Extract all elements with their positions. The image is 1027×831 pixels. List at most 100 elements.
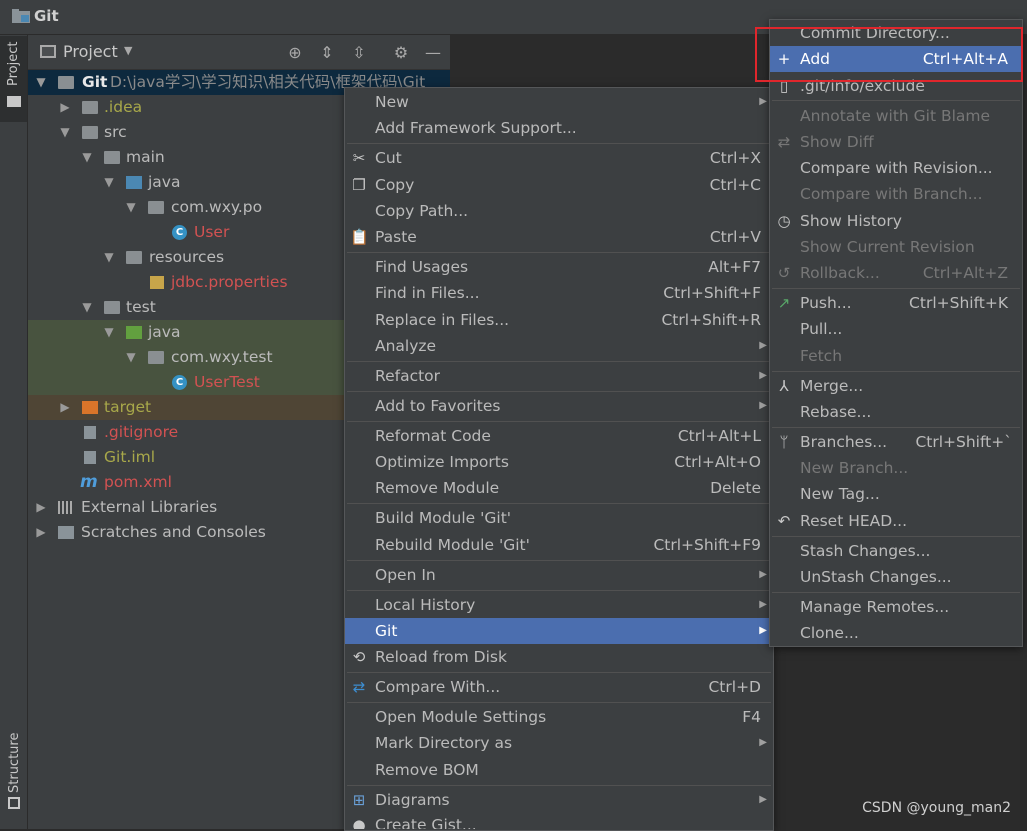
copy-icon: ❐ — [352, 176, 366, 194]
separator — [772, 427, 1020, 428]
menu-item-replace-in-files[interactable]: Replace in Files... Ctrl+Shift+R — [345, 307, 773, 333]
chevron-down-icon[interactable]: ▼ — [124, 44, 132, 57]
chevron-down-icon[interactable]: ▼ — [102, 245, 116, 270]
menu-item-diagrams[interactable]: ⊞ Diagrams ▶ — [345, 787, 773, 813]
gear-icon[interactable]: ⚙ — [392, 44, 410, 62]
menu-item-reload-from-disk[interactable]: ⟲ Reload from Disk — [345, 644, 773, 670]
menu-item-cut[interactable]: ✂ Cut Ctrl+X — [345, 145, 773, 171]
chevron-down-icon[interactable]: ▼ — [34, 70, 48, 95]
menu-item-remove-bom[interactable]: Remove BOM — [345, 757, 773, 783]
project-tab-icon — [7, 96, 21, 107]
menu-item-find-in-files[interactable]: Find in Files... Ctrl+Shift+F — [345, 280, 773, 306]
menu-item-branches[interactable]: ᛘ Branches... Ctrl+Shift+` — [770, 429, 1022, 455]
folder-icon — [12, 9, 30, 23]
menu-item-open-module-settings[interactable]: Open Module Settings F4 — [345, 704, 773, 730]
expand-all-icon[interactable]: ⇕ — [318, 44, 336, 62]
menu-label: Compare with Revision... — [800, 159, 993, 177]
menu-item-rebuild-module[interactable]: Rebuild Module 'Git' Ctrl+Shift+F9 — [345, 532, 773, 558]
menu-item-paste[interactable]: 📋 Paste Ctrl+V — [345, 224, 773, 250]
menu-item-open-in[interactable]: Open In ▶ — [345, 562, 773, 588]
chevron-right-icon[interactable]: ▶ — [58, 95, 72, 120]
menu-item-compare-with-branch[interactable]: Compare with Branch... — [770, 181, 1022, 207]
menu-label: Stash Changes... — [800, 542, 931, 560]
menu-item-git[interactable]: Git ▶ — [345, 618, 773, 644]
menu-label: Build Module 'Git' — [375, 509, 512, 527]
menu-label: Diagrams — [375, 791, 450, 809]
chevron-down-icon[interactable]: ▼ — [102, 170, 116, 195]
chevron-right-icon[interactable]: ▶ — [34, 495, 48, 520]
menu-item-mark-directory-as[interactable]: Mark Directory as ▶ — [345, 730, 773, 756]
menu-item-add-framework[interactable]: Add Framework Support... — [345, 115, 773, 141]
menu-item-create-gist[interactable]: ● Create Gist... — [345, 812, 773, 829]
submenu-arrow-icon: ▶ — [759, 340, 767, 351]
collapse-all-icon[interactable]: ⇳ — [350, 44, 368, 62]
menu-item-build-module[interactable]: Build Module 'Git' — [345, 505, 773, 531]
chevron-right-icon[interactable]: ▶ — [58, 395, 72, 420]
chevron-down-icon[interactable]: ▼ — [80, 295, 94, 320]
menu-item-local-history[interactable]: Local History ▶ — [345, 592, 773, 618]
menu-item-unstash-changes[interactable]: UnStash Changes... — [770, 564, 1022, 590]
chevron-right-icon[interactable]: ▶ — [34, 520, 48, 545]
menu-item-remove-module[interactable]: Remove Module Delete — [345, 475, 773, 501]
menu-item-rebase[interactable]: Rebase... — [770, 399, 1022, 425]
folder-icon — [104, 301, 120, 314]
menu-item-reformat-code[interactable]: Reformat Code Ctrl+Alt+L — [345, 423, 773, 449]
menu-label: New Branch... — [800, 459, 909, 477]
menu-label: Compare with Branch... — [800, 185, 983, 203]
tree-label: com.wxy.po — [171, 198, 263, 216]
chevron-down-icon[interactable]: ▼ — [58, 120, 72, 145]
menu-label: Merge... — [800, 377, 864, 395]
menu-item-show-diff[interactable]: ⇄ Show Diff — [770, 129, 1022, 155]
submenu-arrow-icon: ▶ — [759, 96, 767, 107]
menu-item-stash-changes[interactable]: Stash Changes... — [770, 538, 1022, 564]
menu-item-fetch[interactable]: Fetch — [770, 343, 1022, 369]
push-icon: ↗ — [777, 294, 791, 312]
menu-item-new-branch[interactable]: New Branch... — [770, 455, 1022, 481]
project-panel-title[interactable]: Project — [63, 42, 118, 61]
menu-item-merge[interactable]: ⅄ Merge... — [770, 373, 1022, 399]
menu-item-push[interactable]: ↗ Push... Ctrl+Shift+K — [770, 290, 1022, 316]
tree-label: target — [104, 398, 152, 416]
chevron-down-icon[interactable]: ▼ — [102, 320, 116, 345]
menu-label: Find Usages — [375, 258, 469, 276]
menu-label: Copy Path... — [375, 202, 469, 220]
menu-item-annotate[interactable]: Annotate with Git Blame — [770, 103, 1022, 129]
menu-item-copy-path[interactable]: Copy Path... — [345, 198, 773, 224]
menu-item-analyze[interactable]: Analyze ▶ — [345, 333, 773, 359]
menu-shortcut: Ctrl+Shift+` — [915, 433, 1012, 451]
tree-label: .idea — [104, 98, 143, 116]
menu-shortcut: Ctrl+Alt+O — [674, 453, 761, 471]
menu-item-show-history[interactable]: ◷ Show History — [770, 208, 1022, 234]
tab-structure[interactable]: Structure — [0, 725, 27, 815]
package-icon — [148, 201, 164, 214]
menu-item-refactor[interactable]: Refactor ▶ — [345, 363, 773, 389]
locate-icon[interactable]: ⊕ — [286, 44, 304, 62]
menu-item-copy[interactable]: ❐ Copy Ctrl+C — [345, 172, 773, 198]
menu-item-pull[interactable]: Pull... — [770, 316, 1022, 342]
menu-item-clone[interactable]: Clone... — [770, 620, 1022, 646]
rollback-icon: ↺ — [777, 264, 791, 282]
menu-item-show-current-revision[interactable]: Show Current Revision — [770, 234, 1022, 260]
menu-item-new-tag[interactable]: New Tag... — [770, 481, 1022, 507]
clipboard-icon: 📋 — [350, 228, 369, 246]
menu-item-compare-with-revision[interactable]: Compare with Revision... — [770, 155, 1022, 181]
menu-item-add-to-favorites[interactable]: Add to Favorites ▶ — [345, 393, 773, 419]
tab-project[interactable]: Project — [0, 36, 27, 122]
minimize-icon[interactable]: — — [424, 44, 442, 62]
menu-item-rollback[interactable]: ↺ Rollback... Ctrl+Alt+Z — [770, 260, 1022, 286]
menu-item-optimize-imports[interactable]: Optimize Imports Ctrl+Alt+O — [345, 449, 773, 475]
menu-item-manage-remotes[interactable]: Manage Remotes... — [770, 594, 1022, 620]
menu-item-find-usages[interactable]: Find Usages Alt+F7 — [345, 254, 773, 280]
github-icon: ● — [352, 816, 366, 829]
menu-shortcut: Ctrl+Alt+Z — [922, 264, 1008, 282]
chevron-down-icon[interactable]: ▼ — [124, 345, 138, 370]
menu-label: New — [375, 93, 409, 111]
menu-item-reset-head[interactable]: ↶ Reset HEAD... — [770, 508, 1022, 534]
highlight-box — [755, 27, 1023, 82]
tree-label: pom.xml — [104, 473, 172, 491]
chevron-down-icon[interactable]: ▼ — [124, 195, 138, 220]
menu-item-compare-with[interactable]: ⇄ Compare With... Ctrl+D — [345, 674, 773, 700]
chevron-down-icon[interactable]: ▼ — [80, 145, 94, 170]
menu-item-new[interactable]: New ▶ — [345, 89, 773, 115]
submenu-arrow-icon: ▶ — [759, 625, 767, 636]
